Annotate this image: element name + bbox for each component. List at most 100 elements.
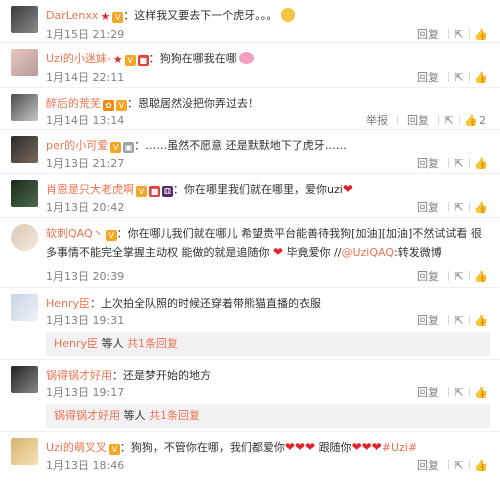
reply-button[interactable]: 回复 (412, 384, 444, 400)
like-count: 2 (479, 113, 486, 127)
avatar[interactable] (11, 224, 38, 251)
reply-button[interactable]: 回复 (402, 112, 434, 128)
comment-actions: 回复 ⇱ 👍 (412, 199, 488, 215)
share-icon[interactable]: ⇱ (453, 386, 465, 399)
comment-line: 锅得锅才好用：还是梦开始的地方 (46, 367, 490, 384)
comment-item: 锅得锅才好用：还是梦开始的地方 1月13日 19:17 回复 ⇱ 👍 锅得锅才好… (0, 360, 500, 432)
divider (469, 202, 470, 212)
sub-reply-bar[interactable]: Henry臣 等人 共1条回复 (46, 332, 490, 356)
sub-reply-mid: 等人 (98, 337, 128, 350)
vip-badge-icon: V (108, 444, 120, 455)
username-link[interactable]: 醉后的荒芜 (46, 97, 101, 110)
divider (469, 315, 470, 325)
avatar[interactable] (11, 438, 38, 465)
username-link[interactable]: per的小可爱 (46, 139, 108, 152)
sub-reply-user[interactable]: 锅得锅才好用 (54, 409, 120, 422)
comment-line: 醉后的荒芜 ✿ V ：恩聪居然没把你弄过去！ (46, 95, 490, 112)
comment-actions: 举报 回复 ⇱ 👍 2 (361, 112, 486, 128)
divider (448, 271, 449, 281)
pig-emoji-icon (238, 52, 254, 64)
username-link[interactable]: Uzi的小迷妹- (46, 52, 111, 65)
reply-button[interactable]: 回复 (412, 26, 444, 42)
emoji-icon (281, 8, 296, 22)
thumb-up-icon[interactable]: 👍 (474, 459, 488, 472)
avatar[interactable] (11, 49, 38, 76)
sub-reply-mid: 等人 (120, 409, 149, 422)
report-button[interactable]: 举报 (361, 112, 393, 128)
thumb-up-icon[interactable]: 👍 (474, 386, 488, 399)
topic-link[interactable]: #Uzi# (382, 441, 417, 454)
comment-text: ：你在哪里我们就在哪里，爱你uzi (173, 183, 343, 196)
comment-time: 1月13日 20:42 (46, 201, 125, 214)
share-icon[interactable]: ⇱ (453, 314, 465, 327)
level-badge-icon: ✿ (103, 100, 114, 111)
vip-badge-icon: V (124, 55, 136, 66)
comment-time: 1月14日 22:11 (46, 71, 125, 84)
comment-line: Uzi的萌叉叉 V ：狗狗，不管你在哪，我们都爱你❤❤❤ 跟随你❤❤❤#Uzi# (46, 439, 490, 456)
thumb-up-icon[interactable]: 👍 (474, 157, 488, 170)
avatar[interactable] (11, 294, 38, 321)
divider (448, 158, 449, 168)
comment-time: 1月13日 20:39 (46, 270, 125, 283)
thumb-up-icon[interactable]: 👍 (474, 270, 488, 283)
comment-actions: 回复 ⇱ 👍 (412, 268, 488, 284)
comment-item: 软刺QAQ丶 V ：你在哪儿我们就在哪儿 希望贵平台能善待我狗[加油][加油]不然试… (0, 218, 500, 288)
sub-reply-bar[interactable]: 锅得锅才好用 等人 共1条回复 (46, 404, 490, 428)
divider (448, 460, 449, 470)
vip-badge-icon: V (112, 12, 124, 23)
share-icon[interactable]: ⇱ (453, 28, 465, 41)
comment-line: DarLenxx ★ V ：这样我又要去下一个虎牙。。。 (46, 7, 490, 24)
comment-actions: 回复 ⇱ 👍 (412, 69, 488, 85)
avatar[interactable] (11, 136, 38, 163)
sub-reply-more-link[interactable]: 共1条回复 (127, 337, 178, 350)
share-icon[interactable]: ⇱ (453, 459, 465, 472)
medal-badge-icon: ▣ (123, 142, 135, 153)
comment-line: Henry臣：上次拍全队照的时候还穿着带熊猫直播的衣服 (46, 295, 490, 312)
divider (469, 158, 470, 168)
reply-button[interactable]: 回复 (412, 312, 444, 328)
sub-reply-user[interactable]: Henry臣 (54, 337, 98, 350)
comment-item: Uzi的小迷妹- ★ V ■ ：狗狗在哪我在哪 1月14日 22:11 回复 ⇱ 👍 (0, 43, 500, 88)
username-link[interactable]: Henry臣 (46, 297, 90, 310)
avatar[interactable] (11, 6, 38, 33)
mention-link[interactable]: @UziQAQ (341, 246, 394, 259)
username-link[interactable]: DarLenxx (46, 9, 98, 22)
reply-button[interactable]: 回复 (412, 155, 444, 171)
heart-icon: ❤ (342, 182, 353, 196)
reply-button[interactable]: 回复 (412, 268, 444, 284)
comment-text: ：这样我又要去下一个虎牙。。。 (123, 9, 278, 22)
thumb-up-icon[interactable]: 👍 (474, 71, 488, 84)
username-link[interactable]: 肖恩是只大老虎啊 (46, 183, 134, 196)
comment-item: per的小可爱 V ▣ ：……虽然不愿意 还是默默地下了虎牙…… 1月13日 21:2… (0, 130, 500, 174)
thumb-up-icon[interactable]: 👍 (464, 114, 478, 127)
share-icon[interactable]: ⇱ (453, 201, 465, 214)
share-icon[interactable]: ⇱ (453, 71, 465, 84)
thumb-up-icon[interactable]: 👍 (474, 201, 488, 214)
divider (448, 315, 449, 325)
share-icon[interactable]: ⇱ (453, 270, 465, 283)
thumb-up-icon[interactable]: 👍 (474, 314, 488, 327)
comment-item: Henry臣：上次拍全队照的时候还穿着带熊猫直播的衣服 1月13日 19:31 … (0, 288, 500, 360)
comment-time: 1月13日 18:46 (46, 459, 125, 472)
thumb-up-icon[interactable]: 👍 (474, 28, 488, 41)
vip-badge-icon: V (116, 100, 127, 111)
avatar[interactable] (11, 180, 38, 207)
username-link[interactable]: 软刺QAQ丶 (46, 227, 104, 240)
reply-button[interactable]: 回复 (412, 199, 444, 215)
avatar[interactable] (11, 366, 38, 393)
username-link[interactable]: 锅得锅才好用 (46, 369, 112, 382)
avatar[interactable] (11, 94, 38, 121)
divider (469, 460, 470, 470)
share-icon[interactable]: ⇱ (453, 157, 465, 170)
reply-button[interactable]: 回复 (412, 457, 444, 473)
username-link[interactable]: Uzi的萌叉叉 (46, 441, 107, 454)
red-envelope-icon: ■ (149, 186, 160, 197)
vip-badge-icon: V (105, 230, 117, 241)
divider (469, 72, 470, 82)
comment-item: DarLenxx ★ V ：这样我又要去下一个虎牙。。。 1月15日 21:29 回复… (0, 0, 500, 43)
reply-button[interactable]: 回复 (412, 69, 444, 85)
divider (448, 387, 449, 397)
divider (438, 115, 439, 125)
share-icon[interactable]: ⇱ (443, 114, 455, 127)
sub-reply-more-link[interactable]: 共1条回复 (149, 409, 200, 422)
